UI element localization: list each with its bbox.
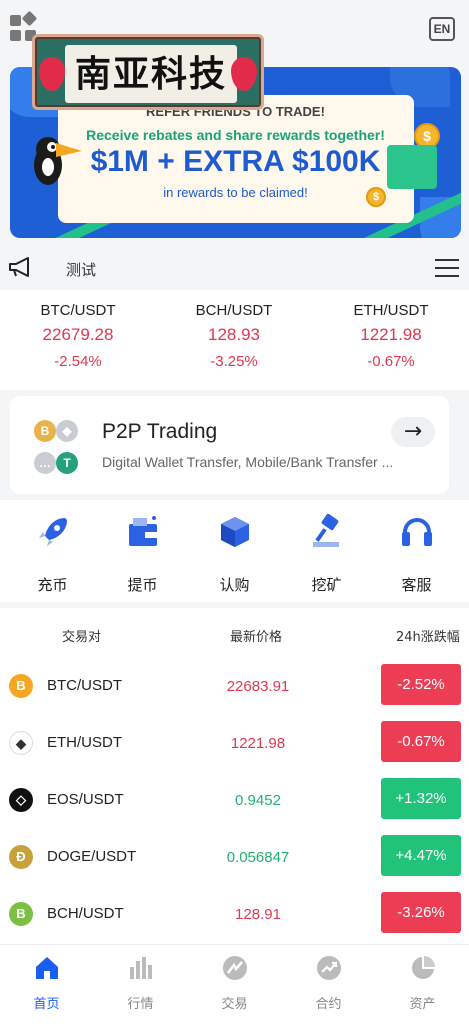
row-pair: ETH/USDT	[47, 734, 122, 751]
row-change-badge[interactable]: -3.26%	[381, 892, 461, 933]
ticker-price: 1221.98	[360, 325, 422, 344]
market-list: 交易对 最新价格 24h涨跌幅 B BTC/USDT 22683.91 -2.5…	[0, 608, 469, 944]
tether-icon: T	[56, 452, 78, 474]
row-pair: EOS/USDT	[47, 791, 124, 808]
tab-label: 行情	[127, 997, 154, 1012]
quick-action-label: 客服	[401, 576, 432, 594]
bitcoin-cash-icon: B	[9, 902, 33, 926]
coin-icon: $	[366, 187, 386, 207]
ticker-price: 22679.28	[42, 325, 114, 344]
ethereum-icon: ◆	[9, 731, 33, 755]
tab-trade[interactable]: 交易	[188, 955, 281, 1012]
market-row[interactable]: B BTC/USDT 22683.91 -2.52%	[0, 660, 469, 717]
p2p-card[interactable]: B ◆ … T P2P Trading Digital Wallet Trans…	[10, 396, 449, 494]
quick-action-label: 提币	[127, 576, 158, 594]
ticker-item[interactable]: BTC/USDT 22679.28 -2.54%	[0, 302, 156, 370]
tab-home[interactable]: 首页	[0, 955, 93, 1012]
header-price: 最新价格	[230, 630, 283, 645]
pie-chart-icon	[411, 956, 435, 979]
ticker-price: 128.93	[208, 325, 260, 344]
quick-action-support[interactable]: 客服	[370, 514, 463, 595]
quick-action-mining[interactable]: 挖矿	[280, 513, 373, 595]
ticker-strip: BTC/USDT 22679.28 -2.54% BCH/USDT 128.93…	[0, 290, 469, 390]
home-icon	[35, 957, 58, 979]
language-button[interactable]: EN	[429, 17, 455, 41]
brand-logo-text: 南亚科技	[65, 45, 237, 103]
market-row[interactable]: B BCH/USDT 128.91 -3.26%	[0, 888, 469, 944]
dogecoin-icon: Đ	[9, 845, 33, 869]
row-price: 128.91	[235, 906, 281, 923]
tab-label: 资产	[409, 997, 436, 1012]
tab-label: 交易	[221, 997, 248, 1012]
p2p-description: Digital Wallet Transfer, Mobile/Bank Tra…	[102, 454, 394, 470]
tab-label: 合约	[315, 997, 342, 1012]
ticker-pair: BTC/USDT	[40, 302, 116, 319]
ticker-change: -3.25%	[210, 353, 258, 370]
quick-action-label: 挖矿	[311, 576, 342, 594]
row-price: 0.056847	[226, 849, 290, 866]
more-icon: …	[34, 452, 56, 474]
market-row[interactable]: ◆ ETH/USDT 1221.98 -0.67%	[0, 717, 469, 774]
bitcoin-icon: B	[34, 420, 56, 442]
ethereum-icon: ◆	[56, 420, 78, 442]
row-pair: BCH/USDT	[47, 905, 124, 922]
ticker-pair: ETH/USDT	[353, 302, 429, 319]
row-pair: BTC/USDT	[47, 677, 122, 694]
quick-actions: 充币 提币 认购 挖矿 客服	[0, 500, 469, 602]
heart-icon	[39, 57, 65, 91]
brand-logo: 南亚科技	[32, 34, 264, 110]
trend-icon	[316, 956, 341, 980]
bitcoin-icon: B	[9, 674, 33, 698]
ticker-change: -0.67%	[367, 353, 415, 370]
row-change-badge[interactable]: +1.32%	[381, 778, 461, 819]
gift-box-icon	[387, 145, 437, 189]
market-row[interactable]: ◇ EOS/USDT 0.9452 +1.32%	[0, 774, 469, 831]
trade-icon	[222, 956, 247, 980]
row-change-badge[interactable]: -2.52%	[381, 664, 461, 705]
quick-action-label: 认购	[219, 576, 250, 594]
ticker-item[interactable]: ETH/USDT 1221.98 -0.67%	[313, 302, 469, 370]
row-price: 0.9452	[235, 792, 281, 809]
row-change-badge[interactable]: -0.67%	[381, 721, 461, 762]
row-price: 1221.98	[230, 735, 286, 752]
quick-action-label: 充币	[37, 576, 68, 594]
row-price: 22683.91	[226, 678, 290, 695]
megaphone-icon	[9, 257, 29, 277]
tab-contract[interactable]: 合约	[282, 955, 375, 1012]
hammer-icon	[312, 513, 339, 547]
notice-text[interactable]: 测试	[66, 259, 96, 280]
rocket-icon	[38, 518, 67, 546]
market-row[interactable]: Đ DOGE/USDT 0.056847 +4.47%	[0, 831, 469, 888]
tab-assets[interactable]: 资产	[376, 955, 469, 1012]
notice-bar[interactable]: 测试	[0, 246, 469, 290]
cube-icon	[220, 517, 249, 547]
bottom-tab-bar: 首页 行情 交易 合约 资产	[0, 944, 469, 1024]
eos-icon: ◇	[9, 788, 33, 812]
header-pair: 交易对	[62, 630, 102, 645]
heart-icon	[231, 57, 257, 91]
tab-label: 首页	[33, 997, 60, 1012]
ticker-pair: BCH/USDT	[195, 302, 273, 319]
tab-markets[interactable]: 行情	[94, 955, 187, 1012]
p2p-title: P2P Trading	[102, 420, 218, 443]
toucan-icon	[34, 137, 82, 185]
arrow-right-icon[interactable]: →	[391, 417, 435, 447]
row-change-badge[interactable]: +4.47%	[381, 835, 461, 876]
headset-icon	[401, 518, 432, 546]
quick-action-subscribe[interactable]: 认购	[188, 514, 281, 595]
row-pair: DOGE/USDT	[47, 848, 137, 865]
ticker-item[interactable]: BCH/USDT 128.93 -3.25%	[156, 302, 312, 370]
quick-action-withdraw[interactable]: 提币	[96, 514, 189, 595]
header-change: 24h涨跌幅	[396, 630, 460, 645]
wallet-icon	[128, 516, 157, 546]
ticker-change: -2.54%	[54, 353, 102, 370]
bar-chart-icon	[129, 957, 152, 979]
quick-action-deposit[interactable]: 充币	[6, 514, 99, 595]
list-icon[interactable]	[435, 259, 459, 277]
